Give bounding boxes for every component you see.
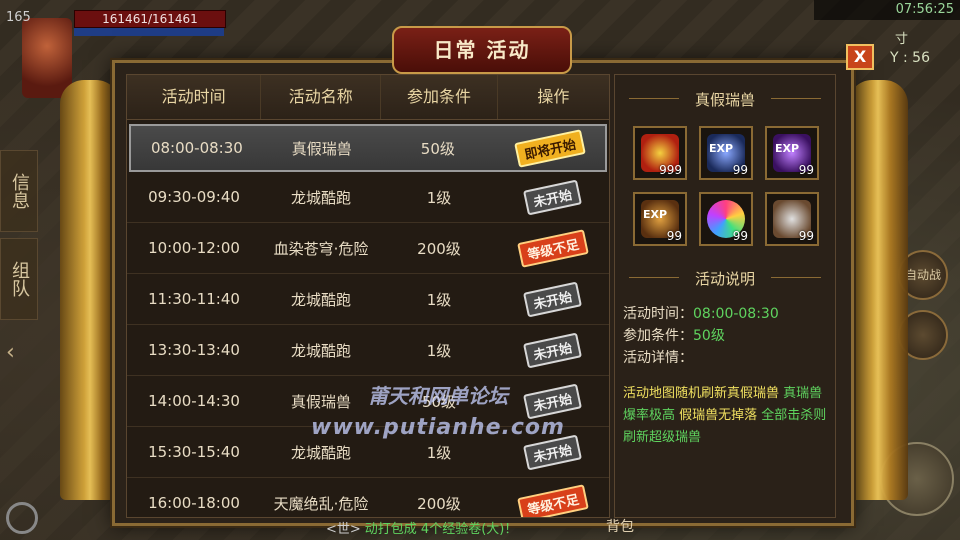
mp-bar xyxy=(74,28,224,36)
reward-item[interactable]: 999 xyxy=(633,126,687,180)
reward-title: 真假瑞兽 xyxy=(615,89,835,110)
tab-info[interactable]: 信息 xyxy=(0,150,38,232)
close-button[interactable]: X xyxy=(846,44,874,70)
status-badge[interactable]: 未开始 xyxy=(523,332,583,368)
desc-title: 活动说明 xyxy=(615,268,835,289)
activity-table: 活动时间 活动名称 参加条件 操作 08:00-08:30 真假瑞兽 50级 即将开始… xyxy=(126,74,610,518)
row-name: 龙城酷跑 xyxy=(290,290,351,309)
status-badge[interactable]: 未开始 xyxy=(523,281,583,317)
row-action: 未开始 xyxy=(497,281,609,317)
col-name-header: 活动名称 xyxy=(261,75,382,119)
status-badge[interactable]: 未开始 xyxy=(523,179,583,215)
gear-icon[interactable] xyxy=(6,502,38,534)
row-time: 14:00-14:30 xyxy=(148,392,240,410)
player-avatar[interactable] xyxy=(22,18,72,98)
detail-label: 活动详情： xyxy=(623,350,693,366)
row-time: 15:30-15:40 xyxy=(148,443,240,461)
map-coord-y: Y : 56 xyxy=(890,50,930,66)
col-cond-header: 参加条件 xyxy=(381,75,498,119)
row-action: 即将开始 xyxy=(495,128,605,168)
tab-team[interactable]: 组队 xyxy=(0,238,38,320)
table-header: 活动时间 活动名称 参加条件 操作 xyxy=(127,75,609,120)
row-name: 真假瑞兽 xyxy=(291,139,352,158)
row-cond: 1级 xyxy=(426,341,452,360)
table-row[interactable]: 08:00-08:30 真假瑞兽 50级 即将开始 xyxy=(129,124,607,172)
row-time: 16:00-18:00 xyxy=(148,494,240,512)
reward-qty: 999 xyxy=(659,163,682,177)
activity-info-panel: 真假瑞兽 999 EXP 99 EXP 99 EXP 99 99 99 活动说明 活动时间：08… xyxy=(614,74,836,518)
row-time: 09:30-09:40 xyxy=(148,188,240,206)
row-name: 龙城酷跑 xyxy=(290,188,351,207)
time-value: 08:00-08:30 xyxy=(693,306,779,322)
detail-text-1: 活动地图随机刷新真假瑞兽 xyxy=(623,386,784,401)
status-badge[interactable]: 等级不足 xyxy=(517,483,589,517)
row-time: 08:00-08:30 xyxy=(150,139,243,157)
row-cond: 1级 xyxy=(426,290,452,309)
row-action: 未开始 xyxy=(497,179,609,215)
row-cond: 200级 xyxy=(417,239,461,258)
row-name: 天魔绝乱·危险 xyxy=(273,494,369,513)
chat-bar[interactable]: <世> 动打包成 4个经验卷(大)！ xyxy=(326,518,518,537)
status-badge[interactable]: 即将开始 xyxy=(514,128,586,168)
reward-item[interactable]: EXP 99 xyxy=(765,126,819,180)
table-row[interactable]: 16:00-18:00 天魔绝乱·危险 200级 等级不足 xyxy=(127,478,609,517)
watermark-line1: 莆天和网单论坛 xyxy=(368,384,508,408)
row-time: 10:00-12:00 xyxy=(148,239,240,257)
hp-bar: 161461/161461 xyxy=(74,10,226,28)
map-coord-top: 寸 xyxy=(894,32,908,47)
reward-qty: 99 xyxy=(732,229,748,243)
reward-qty: 99 xyxy=(798,163,814,177)
cond-value: 50级 xyxy=(693,328,725,344)
reward-item[interactable]: EXP 99 xyxy=(633,192,687,246)
status-badge[interactable]: 等级不足 xyxy=(517,228,589,268)
side-tabs: 信息 组队 xyxy=(0,150,40,326)
detail-text-3: 假瑞兽无掉落 xyxy=(675,408,762,423)
cond-label: 参加条件： xyxy=(623,328,693,344)
watermark-line2: www.putianhe.com xyxy=(311,415,565,440)
row-name: 血染苍穹·危险 xyxy=(273,239,369,258)
reward-item[interactable]: EXP 99 xyxy=(699,126,753,180)
row-cond: 200级 xyxy=(417,494,461,513)
watermark: 莆天和网单论坛 www.putianhe.com xyxy=(288,380,588,440)
panel-title: 日常 活动 xyxy=(392,26,572,74)
row-time: 11:30-11:40 xyxy=(148,290,240,308)
reward-grid: 999 EXP 99 EXP 99 EXP 99 99 99 xyxy=(615,126,835,246)
reward-qty: 99 xyxy=(798,229,814,243)
row-name: 龙城酷跑 xyxy=(290,443,351,462)
right-guardian-statue xyxy=(848,80,908,500)
row-name: 龙城酷跑 xyxy=(290,341,351,360)
left-guardian-statue xyxy=(60,80,120,500)
desc-block: 活动时间：08:00-08:30 参加条件：50级 活动详情： xyxy=(615,303,835,369)
exp-label: EXP xyxy=(709,142,734,155)
chat-channel: <世> xyxy=(326,522,361,537)
time-label: 活动时间： xyxy=(623,306,693,322)
exp-label: EXP xyxy=(775,142,800,155)
row-action: 等级不足 xyxy=(497,228,609,268)
row-time: 13:30-13:40 xyxy=(148,341,240,359)
reward-qty: 99 xyxy=(732,163,748,177)
row-action: 等级不足 xyxy=(497,483,609,517)
row-action: 未开始 xyxy=(497,332,609,368)
row-action: 未开始 xyxy=(497,434,609,470)
bag-button[interactable]: 背包 xyxy=(606,516,634,536)
chevron-left-icon[interactable]: ‹ xyxy=(6,340,15,365)
col-action-header: 操作 xyxy=(537,87,570,106)
row-cond: 1级 xyxy=(426,188,452,207)
table-row[interactable]: 13:30-13:40 龙城酷跑 1级 未开始 xyxy=(127,325,609,376)
exp-label: EXP xyxy=(643,208,668,221)
chat-message: 动打包成 4个经验卷(大)！ xyxy=(364,522,518,537)
table-row[interactable]: 11:30-11:40 龙城酷跑 1级 未开始 xyxy=(127,274,609,325)
row-cond: 1级 xyxy=(426,443,452,462)
row-cond: 50级 xyxy=(420,139,455,158)
reward-item[interactable]: 99 xyxy=(699,192,753,246)
col-time-header: 活动时间 xyxy=(127,75,262,119)
reward-qty: 99 xyxy=(666,229,682,243)
table-row[interactable]: 09:30-09:40 龙城酷跑 1级 未开始 xyxy=(127,172,609,223)
reward-item[interactable]: 99 xyxy=(765,192,819,246)
table-row[interactable]: 10:00-12:00 血染苍穹·危险 200级 等级不足 xyxy=(127,223,609,274)
player-level: 165 xyxy=(6,10,31,25)
table-body: 08:00-08:30 真假瑞兽 50级 即将开始 09:30-09:40 龙城酷跑 1级未… xyxy=(127,124,609,517)
detail-text: 活动地图随机刷新真假瑞兽 真瑞兽爆率极高 假瑞兽无掉落 全部击杀则刷新超级瑞兽 xyxy=(615,383,835,449)
clock: 07:56:25 xyxy=(814,0,960,20)
